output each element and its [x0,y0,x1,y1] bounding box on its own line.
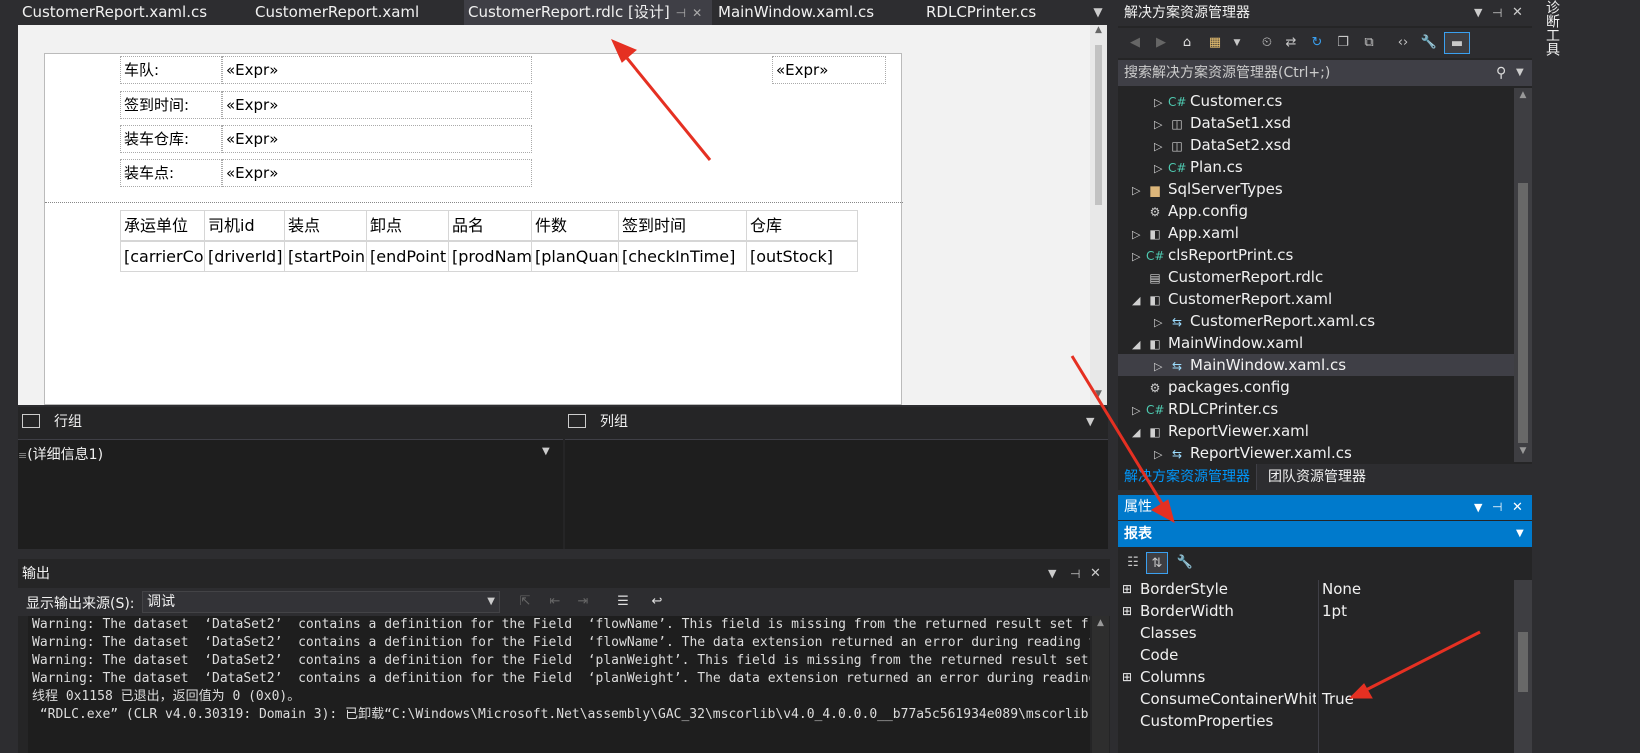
arrow-head [1348,683,1373,699]
arrow-to-report-object [1070,355,1168,511]
arrow-head [1151,499,1175,524]
arrow-head [611,39,637,63]
arrow-to-consume-whitespace [1361,630,1481,694]
arrow-to-design-tab [620,51,712,161]
annotation-arrows [611,39,1481,699]
